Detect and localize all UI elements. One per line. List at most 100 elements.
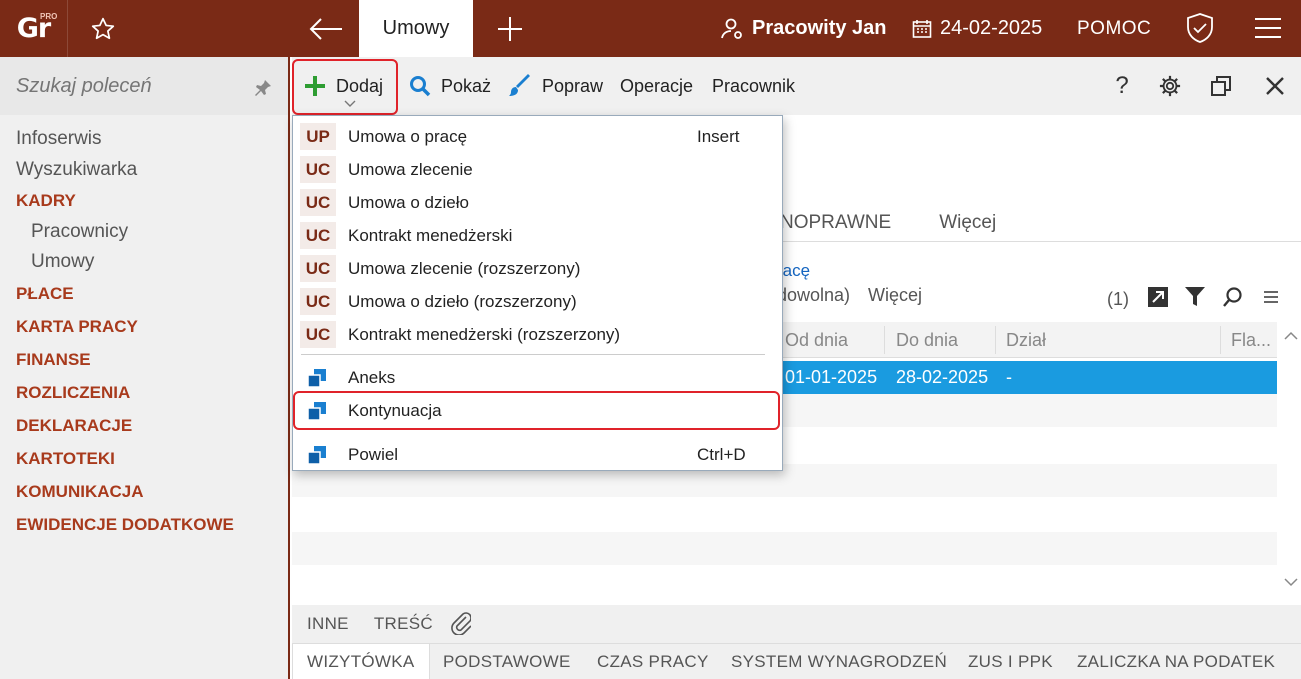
tab-noprawne[interactable]: NOPRAWNE <box>780 212 891 234</box>
working-date[interactable]: 24-02-2025 <box>912 0 1042 57</box>
menu-item-kontrakt-menedzerski-rozszerzony[interactable]: UC Kontrakt menedżerski (rozszerzony) <box>293 318 784 351</box>
contract-type-badge: UP <box>300 123 336 150</box>
help-question-icon[interactable]: ? <box>1102 57 1142 115</box>
sidebar-item-kartoteki[interactable]: KARTOTEKI <box>0 442 288 475</box>
table-row-empty <box>292 532 1277 565</box>
tab-tresc[interactable]: TREŚĆ <box>374 614 433 634</box>
shield-icon[interactable] <box>1185 12 1215 49</box>
employee-menu[interactable]: Pracownik <box>712 57 795 115</box>
search-icon[interactable] <box>1222 286 1244 313</box>
column-flag[interactable]: Fla... <box>1231 322 1271 358</box>
tab-zus-ppk[interactable]: ZUS I PPK <box>968 644 1053 679</box>
bottom-tabs-main: WIZYTÓWKA PODSTAWOWE CZAS PRACY SYSTEM W… <box>292 643 1301 679</box>
back-arrow-icon[interactable] <box>296 0 356 57</box>
calendar-icon <box>912 19 932 38</box>
tab-system-wynagrodzen[interactable]: SYSTEM WYNAGRODZEŃ <box>731 644 947 679</box>
hamburger-menu-icon[interactable] <box>1254 16 1282 45</box>
paperclip-icon[interactable] <box>449 609 472 640</box>
gear-icon[interactable] <box>1150 57 1190 115</box>
column-from[interactable]: Od dnia <box>785 322 848 358</box>
sidebar-item-ewidencje[interactable]: EWIDENCJE DODATKOWE <box>0 508 288 541</box>
column-to[interactable]: Do dnia <box>896 322 958 358</box>
menu-item-powiel[interactable]: Powiel Ctrl+D <box>293 438 784 471</box>
sidebar-item-deklaracje[interactable]: DEKLARACJE <box>0 409 288 442</box>
app-logo[interactable]: Gr PRO <box>0 0 68 57</box>
contract-type-badge: UC <box>300 222 336 249</box>
tab-inne[interactable]: INNE <box>307 614 349 634</box>
menu-item-aneks[interactable]: Aneks <box>293 361 784 394</box>
column-divider <box>995 326 996 354</box>
filter-row: dowolna) Więcej <box>777 285 922 306</box>
sidebar-item-infoserwis[interactable]: Infoserwis <box>0 123 288 154</box>
user-settings-icon <box>721 18 742 39</box>
sidebar-item-karta-pracy[interactable]: KARTA PRACY <box>0 310 288 343</box>
new-tab-plus-icon[interactable] <box>482 0 538 57</box>
user-menu[interactable]: Pracowity Jan <box>720 0 887 57</box>
sidebar-item-kadry[interactable]: KADRY <box>0 185 288 217</box>
logo-badge: PRO <box>40 12 58 21</box>
tab-zaliczka[interactable]: ZALICZKA NA PODATEK <box>1077 644 1275 679</box>
menu-item-label: Umowa o pracę <box>348 126 468 146</box>
sidebar-nav: Infoserwis Wyszukiwarka KADRY Pracownicy… <box>0 115 288 541</box>
contract-type-badge: UC <box>300 321 336 348</box>
edit-button[interactable]: Popraw <box>508 57 603 115</box>
tab-czas-pracy[interactable]: CZAS PRACY <box>597 644 709 679</box>
menu-item-shortcut: Ctrl+D <box>697 444 746 464</box>
sidebar-item-rozliczenia[interactable]: ROZLICZENIA <box>0 376 288 409</box>
date-value: 24-02-2025 <box>940 17 1043 39</box>
menu-item-label: Umowa o dzieło <box>348 192 469 212</box>
tab-podstawowe[interactable]: PODSTAWOWE <box>443 644 571 679</box>
add-button-label: Dodaj <box>336 75 384 96</box>
help-menu[interactable]: POMOC <box>1077 0 1151 57</box>
brush-icon <box>509 74 530 96</box>
scroll-down-chevron-icon[interactable] <box>1284 574 1298 592</box>
bottom-tabs-top: INNE TREŚĆ <box>292 605 1301 643</box>
menu-item-label: Umowa zlecenie (rozszerzony) <box>348 258 581 278</box>
operations-menu[interactable]: Operacje <box>620 57 693 115</box>
restore-window-icon[interactable] <box>1201 57 1241 115</box>
show-button-label: Pokaż <box>441 75 492 96</box>
menu-divider <box>301 354 765 355</box>
document-copy-icon <box>307 402 326 421</box>
menu-item-label: Powiel <box>348 444 399 464</box>
export-icon[interactable] <box>1147 286 1169 313</box>
show-button[interactable]: Pokaż <box>409 57 491 115</box>
tab-wiecej[interactable]: Więcej <box>939 212 996 234</box>
record-count: (1) <box>1107 289 1129 309</box>
menu-item-label: Aneks <box>348 367 396 387</box>
sidebar-item-umowy[interactable]: Umowy <box>0 247 288 277</box>
menu-item-shortcut: Insert <box>697 126 740 146</box>
menu-item-umowa-zlecenie-rozszerzony[interactable]: UC Umowa zlecenie (rozszerzony) <box>293 252 784 285</box>
contract-type-badge: UC <box>300 288 336 315</box>
toolbar: Dodaj Pokaż Popraw Operacje Pracownik ? <box>292 57 1301 115</box>
menu-item-label: Kontynuacja <box>348 400 442 420</box>
menu-item-umowa-zlecenie[interactable]: UC Umowa zlecenie <box>293 153 784 186</box>
menu-item-label: Umowa o dzieło (rozszerzony) <box>348 291 577 311</box>
filter-icon[interactable] <box>1185 286 1205 313</box>
scroll-up-chevron-icon[interactable] <box>1284 328 1298 346</box>
filter-value[interactable]: dowolna) <box>777 285 850 306</box>
favorites-star-icon[interactable] <box>68 16 138 42</box>
pin-icon[interactable] <box>254 79 272 102</box>
content-tabs: NOPRAWNE Więcej <box>780 212 996 234</box>
sidebar-item-finanse[interactable]: FINANSE <box>0 343 288 376</box>
filter-more[interactable]: Więcej <box>868 285 922 306</box>
sidebar-item-komunikacja[interactable]: KOMUNIKACJA <box>0 475 288 508</box>
tab-umowy[interactable]: Umowy <box>359 0 473 57</box>
command-search-input[interactable] <box>16 74 236 98</box>
sidebar-item-place[interactable]: PŁACE <box>0 277 288 310</box>
menu-item-umowa-o-dzielo-rozszerzony[interactable]: UC Umowa o dzieło (rozszerzony) <box>293 285 784 318</box>
cell-from: 01-01-2025 <box>785 367 878 387</box>
sidebar-item-wyszukiwarka[interactable]: Wyszukiwarka <box>0 154 288 185</box>
menu-item-umowa-o-dzielo[interactable]: UC Umowa o dzieło <box>293 186 784 219</box>
sidebar-item-pracownicy[interactable]: Pracownicy <box>0 217 288 247</box>
menu-item-kontynuacja[interactable]: Kontynuacja <box>293 394 784 427</box>
list-menu-icon[interactable] <box>1263 290 1279 309</box>
menu-item-kontrakt-menedzerski[interactable]: UC Kontrakt menedżerski <box>293 219 784 252</box>
contract-type-badge: UC <box>300 189 336 216</box>
menu-item-label: Kontrakt menedżerski (rozszerzony) <box>348 324 621 344</box>
menu-item-umowa-o-prace[interactable]: UP Umowa o pracę Insert <box>293 120 784 153</box>
close-icon[interactable] <box>1255 57 1295 115</box>
tab-wizytowka[interactable]: WIZYTÓWKA <box>292 644 430 679</box>
column-department[interactable]: Dział <box>1006 322 1046 358</box>
